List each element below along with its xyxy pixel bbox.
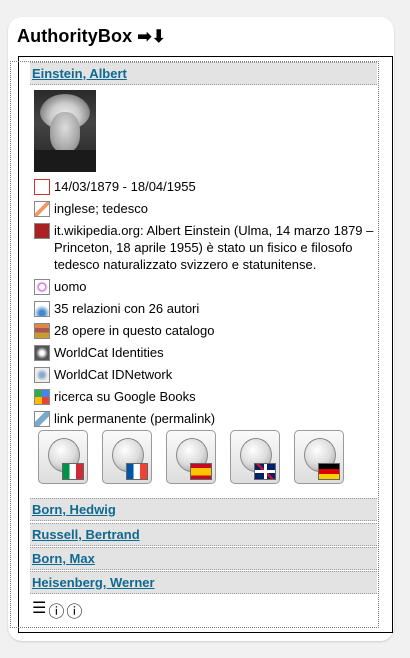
dates-text: 14/03/1879 - 18/04/1955	[54, 179, 196, 194]
relations-text[interactable]: 35 relazioni con 26 autori	[54, 300, 379, 317]
languages-line: inglese; tedesco	[34, 200, 379, 217]
author-row: Born, Max	[30, 547, 377, 570]
wikipedia-en-button[interactable]	[230, 430, 280, 484]
author-portrait	[34, 90, 96, 172]
link-icon	[34, 411, 50, 427]
help-icon[interactable]: ⓘ	[48, 598, 64, 622]
collapse-arrows-icon[interactable]: ➡⬇	[137, 27, 166, 46]
info-icon[interactable]: ⓘ	[66, 598, 82, 622]
footer-toolbar: ☰ ⓘ ⓘ	[32, 598, 82, 622]
person-icon	[34, 279, 50, 295]
author-link-born-hedwig[interactable]: Born, Hedwig	[32, 502, 116, 517]
france-flag-icon	[126, 463, 148, 480]
wikipedia-fr-button[interactable]	[102, 430, 152, 484]
books-icon	[34, 323, 50, 339]
worldcat-icon	[34, 345, 50, 361]
permalink-link[interactable]: link permanente (permalink)	[54, 410, 379, 427]
relations-line[interactable]: 35 relazioni con 26 autori	[34, 300, 379, 317]
wikipedia-es-button[interactable]	[166, 430, 216, 484]
wikipedia-de-button[interactable]	[294, 430, 344, 484]
italy-flag-icon	[62, 463, 84, 480]
spain-flag-icon	[190, 463, 212, 480]
uk-flag-icon	[254, 463, 276, 480]
author-link-heisenberg[interactable]: Heisenberg, Werner	[32, 575, 155, 590]
calendar-icon	[34, 179, 50, 195]
network-icon	[34, 301, 50, 317]
wikipedia-icon[interactable]	[34, 223, 50, 239]
author-row: Born, Hedwig	[30, 498, 377, 521]
wiki-summary-line: it.wikipedia.org: Albert Einstein (Ulma,…	[34, 222, 379, 273]
languages-text: inglese; tedesco	[54, 201, 148, 216]
wikipedia-language-buttons	[38, 430, 368, 486]
worldcat-identities-line[interactable]: WorldCat Identities	[34, 344, 379, 361]
worldcat-network-icon	[34, 367, 50, 383]
author-link-einstein[interactable]: Einstein, Albert	[32, 66, 127, 81]
pencil-icon	[34, 201, 50, 217]
author-row: Einstein, Albert	[30, 62, 377, 85]
dates-line: 14/03/1879 - 18/04/1955	[34, 178, 379, 195]
gender-line: uomo	[34, 278, 379, 295]
permalink-line[interactable]: link permanente (permalink)	[34, 410, 379, 427]
worldcat-idnetwork-link[interactable]: WorldCat IDNetwork	[54, 366, 379, 383]
author-link-russell[interactable]: Russell, Bertrand	[32, 527, 140, 542]
widget-title: AuthorityBox ➡⬇	[17, 26, 166, 47]
google-books-icon	[34, 389, 50, 405]
settings-sliders-icon[interactable]: ☰	[32, 598, 46, 622]
worldcat-idnetwork-line[interactable]: WorldCat IDNetwork	[34, 366, 379, 383]
author-row: Russell, Bertrand	[30, 523, 377, 546]
worldcat-identities-link[interactable]: WorldCat Identities	[54, 344, 379, 361]
widget-title-text: AuthorityBox	[17, 26, 133, 46]
author-link-born-max[interactable]: Born, Max	[32, 551, 95, 566]
germany-flag-icon	[318, 463, 340, 480]
works-text[interactable]: 28 opere in questo catalogo	[54, 322, 379, 339]
works-line[interactable]: 28 opere in questo catalogo	[34, 322, 379, 339]
author-row: Heisenberg, Werner	[30, 571, 377, 594]
google-books-line[interactable]: ricerca su Google Books	[34, 388, 379, 405]
wikipedia-it-button[interactable]	[38, 430, 88, 484]
google-books-link[interactable]: ricerca su Google Books	[54, 388, 379, 405]
gender-text: uomo	[54, 279, 87, 294]
wiki-summary-text: it.wikipedia.org: Albert Einstein (Ulma,…	[54, 223, 374, 272]
